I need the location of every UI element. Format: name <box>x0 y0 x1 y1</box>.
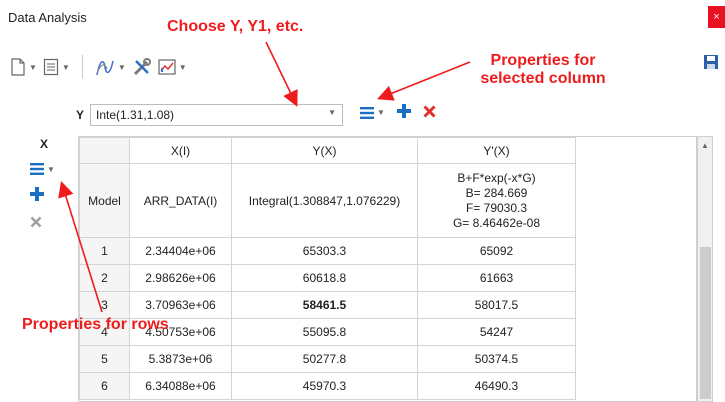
plus-icon <box>30 187 44 201</box>
sheet-icon <box>43 58 59 76</box>
chart-icon <box>158 59 176 75</box>
annotation-line: selected column <box>480 70 606 87</box>
delete-row-button[interactable] <box>30 216 55 231</box>
annotation-row-properties: Properties for rows <box>22 316 169 333</box>
data-grid[interactable]: X(I) Y(X) Y'(X) Model ARR_DATA(I) Integr… <box>78 136 697 402</box>
table-cell[interactable]: 60618.8 <box>231 264 418 292</box>
table-cell[interactable]: 2.98626e+06 <box>129 264 232 292</box>
table-cell[interactable]: ARR_DATA(I) <box>129 163 232 238</box>
column-header[interactable]: Y'(X) <box>417 137 576 164</box>
table-cell-selected[interactable]: 58461.5 <box>231 291 418 319</box>
corner-cell <box>79 137 130 164</box>
data-table: X(I) Y(X) Y'(X) Model ARR_DATA(I) Integr… <box>79 137 576 400</box>
table-cell[interactable]: 3.70963e+06 <box>129 291 232 319</box>
fit-curve-icon <box>96 60 114 76</box>
table-header-row: X(I) Y(X) Y'(X) <box>79 137 576 164</box>
y-select-value: Inte(1.31,1.08) <box>96 108 175 122</box>
table-cell[interactable]: 61663 <box>417 264 576 292</box>
add-row-button[interactable] <box>30 187 55 204</box>
chevron-down-icon: ▼ <box>61 62 70 72</box>
save-icon <box>704 55 718 69</box>
close-button[interactable]: × <box>708 6 725 28</box>
vertical-scrollbar[interactable]: ▲ <box>697 136 713 402</box>
row-header[interactable]: 6 <box>79 372 130 400</box>
table-cell[interactable]: 50277.8 <box>231 345 418 373</box>
tools-button[interactable] <box>130 54 154 80</box>
table-cell[interactable]: 65092 <box>417 237 576 265</box>
scroll-up-icon[interactable]: ▲ <box>701 141 709 150</box>
annotation-line: Properties for <box>490 52 596 69</box>
menu-icon <box>360 106 374 119</box>
chevron-down-icon: ▼ <box>117 62 126 72</box>
column-tools: ▼ <box>360 104 436 121</box>
row-header[interactable]: 1 <box>79 237 130 265</box>
model-row: Model ARR_DATA(I) Integral(1.308847,1.07… <box>79 163 576 238</box>
formula-line: G= 8.46462e-08 <box>452 215 541 230</box>
table-cell[interactable]: 2.34404e+06 <box>129 237 232 265</box>
chevron-down-icon: ▼ <box>29 62 37 72</box>
x-label: X <box>40 137 49 151</box>
chevron-down-icon: ▼ <box>178 62 187 72</box>
tools-icon <box>133 58 151 76</box>
table-cell[interactable]: Integral(1.308847,1.076229) <box>231 163 418 238</box>
table-row: 2 2.98626e+06 60618.8 61663 <box>79 264 576 292</box>
table-cell[interactable]: 65303.3 <box>231 237 418 265</box>
delete-icon <box>423 104 436 118</box>
plus-icon <box>396 104 411 118</box>
scrollbar-thumb[interactable] <box>700 247 711 399</box>
table-cell[interactable]: 58017.5 <box>417 291 576 319</box>
arrow-to-y-select <box>265 41 298 107</box>
formula-line: B= 284.669 <box>465 185 528 200</box>
chevron-down-icon: ▼ <box>328 108 336 117</box>
y-select[interactable]: Inte(1.31,1.08) ▼ <box>90 104 343 126</box>
main-toolbar: ▼ ▼ ▼ ▼ <box>8 50 189 84</box>
new-document-icon <box>11 58 25 76</box>
table-cell[interactable]: 54247 <box>417 318 576 346</box>
table-cell[interactable]: 55095.8 <box>231 318 418 346</box>
table-cell[interactable]: 45970.3 <box>231 372 418 400</box>
menu-icon <box>30 163 44 175</box>
formula-line: B+F*exp(-x*G) <box>457 170 536 185</box>
delete-column-button[interactable] <box>423 104 436 121</box>
column-header[interactable]: X(I) <box>129 137 232 164</box>
row-header[interactable]: Model <box>79 163 130 238</box>
model-formula: B+F*exp(-x*G) B= 284.669 F= 79030.3 G= 8… <box>421 171 572 231</box>
column-properties-button[interactable]: ▼ <box>360 106 385 119</box>
y-label: Y <box>76 108 85 122</box>
table-cell[interactable]: 50374.5 <box>417 345 576 373</box>
window-title: Data Analysis <box>8 10 87 25</box>
chevron-down-icon: ▼ <box>47 164 55 174</box>
table-cell[interactable]: 6.34088e+06 <box>129 372 232 400</box>
row-properties-button[interactable]: ▼ <box>30 163 55 175</box>
fit-curve-button[interactable]: ▼ <box>93 54 128 80</box>
save-button[interactable] <box>703 54 719 73</box>
add-column-button[interactable] <box>396 104 411 121</box>
column-header[interactable]: Y(X) <box>231 137 418 164</box>
sheet-button[interactable]: ▼ <box>41 54 72 80</box>
annotation-choose: Choose Y, Y1, etc. <box>167 18 304 35</box>
annotation-column-properties: Properties for selected column <box>458 52 628 88</box>
row-header[interactable]: 2 <box>79 264 130 292</box>
table-cell[interactable]: 5.3873e+06 <box>129 345 232 373</box>
new-document-button[interactable]: ▼ <box>8 54 39 80</box>
chevron-down-icon: ▼ <box>377 108 385 117</box>
formula-line: F= 79030.3 <box>465 200 528 215</box>
arrow-to-column-properties <box>377 61 471 101</box>
row-header[interactable]: 3 <box>79 291 130 319</box>
table-cell[interactable]: B+F*exp(-x*G) B= 284.669 F= 79030.3 G= 8… <box>417 163 576 238</box>
table-cell[interactable]: 46490.3 <box>417 372 576 400</box>
table-row: 6 6.34088e+06 45970.3 46490.3 <box>79 372 576 400</box>
toolbar-separator <box>81 55 83 79</box>
table-row: 1 2.34404e+06 65303.3 65092 <box>79 237 576 265</box>
table-row: 3 3.70963e+06 58461.5 58017.5 <box>79 291 576 319</box>
row-header[interactable]: 5 <box>79 345 130 373</box>
delete-icon <box>30 216 42 228</box>
row-tools: ▼ <box>30 163 55 231</box>
chart-button[interactable]: ▼ <box>156 54 189 80</box>
table-row: 5 5.3873e+06 50277.8 50374.5 <box>79 345 576 373</box>
